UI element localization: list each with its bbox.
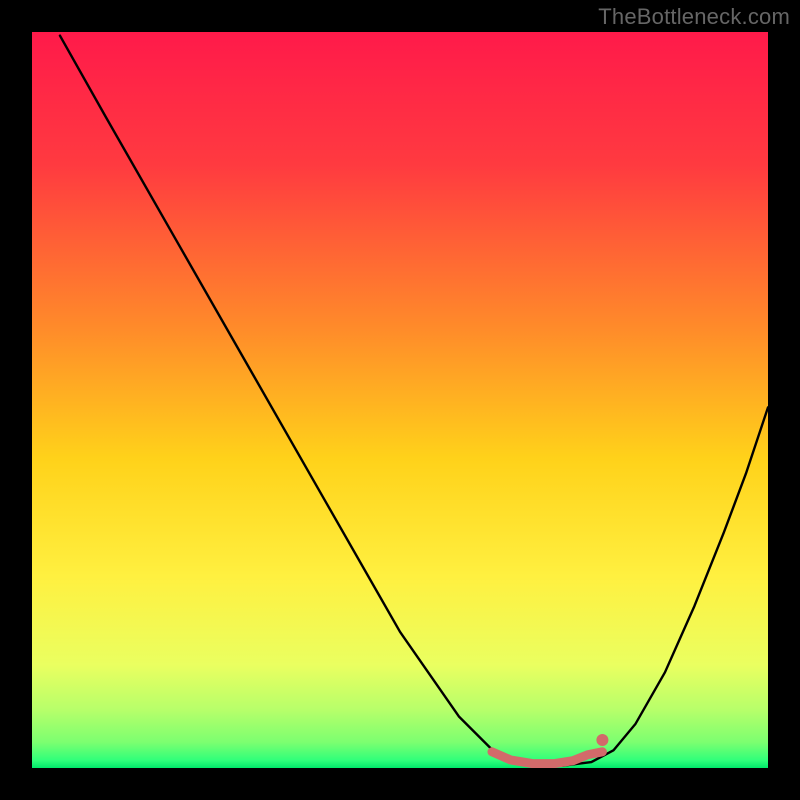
chart-frame: TheBottleneck.com [0, 0, 800, 800]
watermark: TheBottleneck.com [598, 4, 790, 30]
plot-background [32, 32, 768, 768]
bottleneck-chart [0, 0, 800, 800]
highlight-endpoint [596, 734, 608, 746]
